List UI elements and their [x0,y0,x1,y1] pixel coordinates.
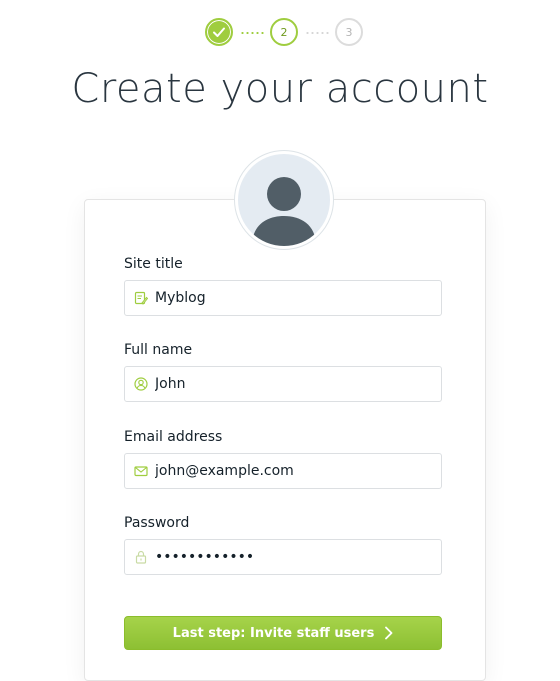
invite-staff-button-label: Last step: Invite staff users [172,625,375,641]
email-label: Email address [124,429,223,445]
full-name-input[interactable] [155,367,435,401]
page-title: Create your account [71,66,489,112]
user-circle-icon [134,377,148,391]
email-field: Email address [124,429,442,489]
step-2-number: 2 [280,25,288,39]
check-icon [213,27,225,37]
full-name-label: Full name [124,342,193,358]
site-title-input-wrap[interactable] [124,280,442,316]
step-3-number: 3 [345,25,353,39]
chevron-right-icon [385,626,393,640]
step-2-active: 2 [270,18,298,46]
full-name-input-wrap[interactable] [124,366,442,402]
envelope-icon [134,466,148,477]
invite-staff-button[interactable]: Last step: Invite staff users [124,616,442,650]
lock-icon [135,550,147,564]
step-1-completed [205,18,233,46]
step-3-pending: 3 [335,18,363,46]
password-input-wrap[interactable] [124,539,442,575]
email-input[interactable] [155,454,435,488]
email-input-wrap[interactable] [124,453,442,489]
site-title-field: Site title [124,256,442,316]
full-name-field: Full name [124,342,442,402]
step-connector [240,32,264,34]
progress-stepper: 2 3 [0,18,560,50]
password-field: Password [124,515,442,575]
pen-paper-icon [134,291,148,305]
site-title-input[interactable] [155,281,435,315]
user-silhouette-icon [252,177,316,246]
password-label: Password [124,515,190,531]
step-connector [305,32,329,34]
site-title-label: Site title [124,256,183,272]
password-input[interactable] [155,540,435,574]
avatar-upload[interactable] [234,150,334,250]
